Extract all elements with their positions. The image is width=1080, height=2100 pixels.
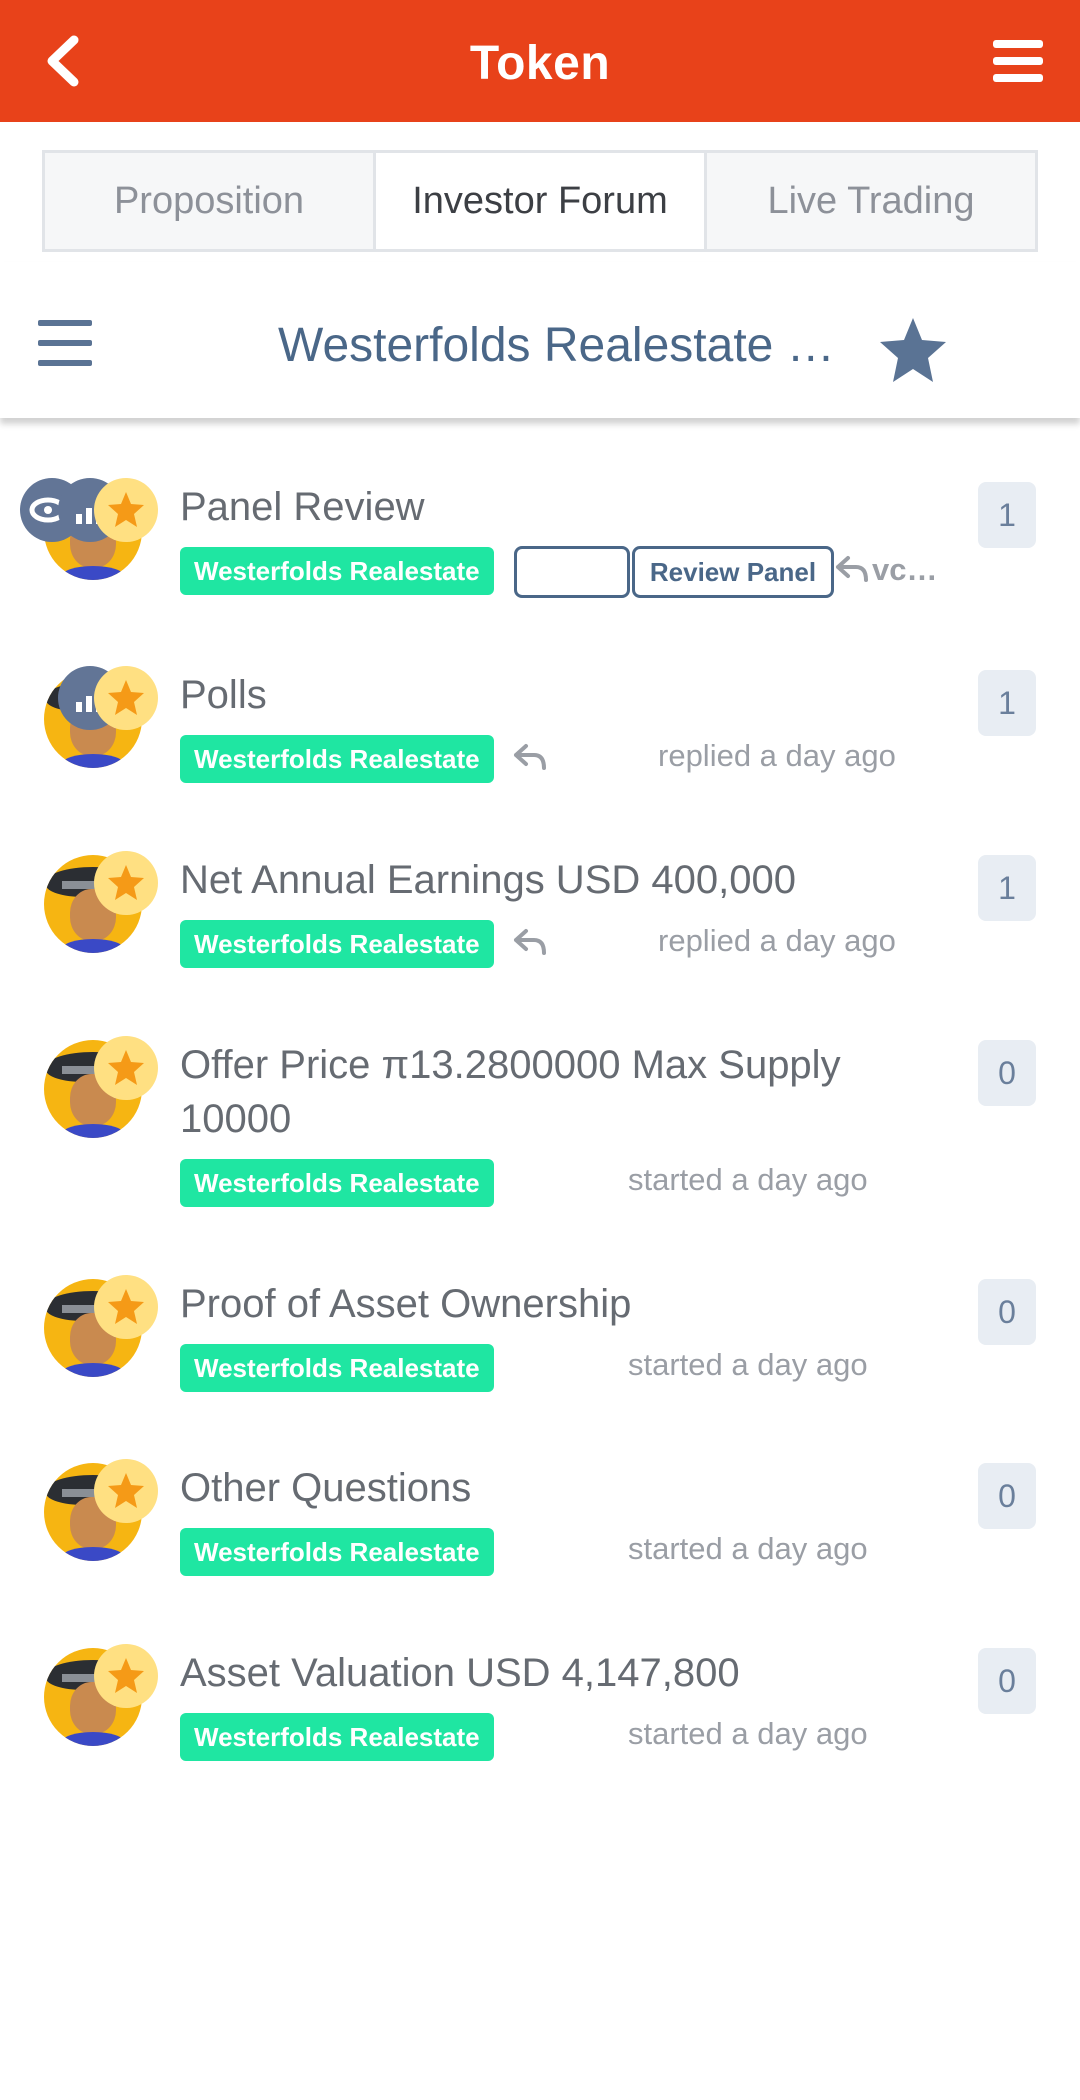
reply-icon [514, 929, 546, 955]
reply-icon [514, 744, 546, 770]
category-tag[interactable]: Westerfolds Realestate [180, 735, 494, 783]
topic-title-line-1[interactable]: Offer Price π13.2800000 Max Supply [180, 1038, 841, 1092]
category-tag[interactable]: Westerfolds Realestate [180, 1528, 494, 1576]
topic-meta: started a day ago [628, 1162, 868, 1197]
empty-tag[interactable] [514, 546, 630, 598]
topic-title[interactable]: Asset Valuation USD 4,147,800 [180, 1646, 740, 1700]
star-badge-icon [94, 666, 158, 730]
star-badge-icon [94, 1644, 158, 1708]
topic-title[interactable]: Panel Review [180, 480, 425, 534]
category-tag[interactable]: Westerfolds Realestate [180, 1344, 494, 1392]
topic-meta: replied a day ago [658, 738, 896, 773]
star-badge-icon [94, 851, 158, 915]
reply-count: 1 [978, 855, 1036, 921]
topic-meta: replied a day ago [658, 923, 896, 958]
review-panel-tag[interactable]: Review Panel [632, 546, 834, 598]
tab-live-trading[interactable]: Live Trading [707, 153, 1035, 249]
star-badge-icon [94, 1275, 158, 1339]
topic-row[interactable]: Panel Review Westerfolds Realestate Revi… [0, 470, 1080, 620]
reply-count: 0 [978, 1648, 1036, 1714]
category-tag[interactable]: Westerfolds Realestate [180, 920, 494, 968]
reply-count: 0 [978, 1040, 1036, 1106]
topic-row[interactable]: Asset Valuation USD 4,147,800 Westerfold… [0, 1636, 1080, 1786]
topic-row[interactable]: Offer Price π13.2800000 Max Supply 10000… [0, 1028, 1080, 1228]
topic-row[interactable]: Proof of Asset Ownership Westerfolds Rea… [0, 1267, 1080, 1417]
reply-icon [836, 556, 868, 582]
topic-title-line-2[interactable]: 10000 [180, 1092, 291, 1146]
star-badge-icon [94, 1459, 158, 1523]
topic-title[interactable]: Other Questions [180, 1461, 471, 1515]
topic-row[interactable]: Other Questions Westerfolds Realestate s… [0, 1451, 1080, 1601]
topic-title[interactable]: Proof of Asset Ownership [180, 1277, 631, 1331]
hamburger-icon[interactable] [38, 320, 92, 366]
tab-bar: Proposition Investor Forum Live Trading [42, 150, 1038, 252]
menu-icon[interactable] [993, 40, 1043, 82]
star-badge-icon [94, 478, 158, 542]
topic-title[interactable]: Net Annual Earnings USD 400,000 [180, 853, 796, 907]
category-title[interactable]: Westerfolds Realestate … [278, 318, 835, 373]
category-tag[interactable]: Westerfolds Realestate [180, 1159, 494, 1207]
topic-meta: vc… [872, 552, 938, 587]
star-badge-icon [94, 1036, 158, 1100]
reply-count: 1 [978, 670, 1036, 736]
reply-count: 1 [978, 482, 1036, 548]
topic-title[interactable]: Polls [180, 668, 267, 722]
tab-proposition[interactable]: Proposition [45, 153, 376, 249]
reply-count: 0 [978, 1279, 1036, 1345]
app-bar: Token [0, 0, 1080, 122]
category-tag[interactable]: Westerfolds Realestate [180, 547, 494, 595]
topic-meta: started a day ago [628, 1716, 868, 1751]
topic-row[interactable]: Net Annual Earnings USD 400,000 Westerfo… [0, 843, 1080, 993]
reply-count: 0 [978, 1463, 1036, 1529]
app-title: Token [469, 37, 611, 90]
category-tag[interactable]: Westerfolds Realestate [180, 1713, 494, 1761]
star-icon[interactable] [878, 316, 948, 384]
tab-investor-forum[interactable]: Investor Forum [376, 153, 707, 249]
topic-row[interactable]: Polls Westerfolds Realestate replied a d… [0, 658, 1080, 808]
topic-meta: started a day ago [628, 1347, 868, 1382]
category-header: Westerfolds Realestate … [0, 262, 1080, 418]
topic-meta: started a day ago [628, 1531, 868, 1566]
